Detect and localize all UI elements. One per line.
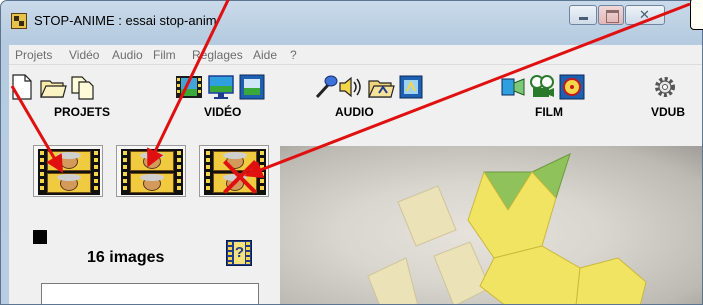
folder-sound-icon[interactable] [367,73,395,101]
group-label-audio: AUDIO [335,105,374,119]
close-button[interactable] [625,5,665,25]
group-label-film: FILM [535,105,563,119]
menu-projets[interactable]: Projets [15,48,52,62]
window-title: STOP-ANIME : essai stop-anim [34,13,217,28]
maximize-button[interactable] [598,5,624,25]
color-indicator [33,230,47,244]
callout-bubble [690,0,703,30]
film-button-1[interactable] [33,145,103,197]
film-reel-icon[interactable] [528,73,556,101]
title-bar[interactable]: STOP-ANIME : essai stop-anim [1,1,702,41]
group-label-video: VIDÉO [204,105,242,119]
menu-aide[interactable]: Aide [253,48,277,62]
gear-icon[interactable] [651,73,679,101]
menu-about[interactable]: ? [290,48,297,62]
film-button-2[interactable] [116,145,186,197]
film-strip-delete-icon [204,149,266,195]
copy-documents-icon[interactable] [69,73,97,101]
group-label-vdub: VDUB [651,105,686,119]
open-folder-icon[interactable] [39,73,67,101]
red-cross-icon [218,161,262,193]
new-document-icon[interactable] [7,73,35,101]
images-count: 16 images [87,249,165,266]
film-reel-settings-icon[interactable] [558,73,586,101]
film-projector-icon[interactable] [499,73,527,101]
film-strip-icon [38,149,100,195]
help-button[interactable]: ? [226,240,252,266]
client-area: Projets Vidéo Audio Film Réglages Aide ?… [7,45,702,304]
application-window: STOP-ANIME : essai stop-anim Projets Vid… [0,0,703,305]
menu-video[interactable]: Vidéo [69,48,99,62]
camera-capture-icon[interactable] [238,73,266,101]
speaker-icon[interactable] [337,73,365,101]
film-strip-add-icon [121,149,183,195]
film-button-3[interactable] [199,145,269,197]
text-input[interactable] [41,283,259,304]
minimize-button[interactable] [569,5,597,25]
toolbar: PROJETS VIDÉO AUDIO FILM VDUB [7,67,702,123]
menu-reglages[interactable]: Réglages [192,48,243,62]
monitor-icon[interactable] [207,73,235,101]
microphone-icon[interactable] [311,73,339,101]
left-panel: 16 images ? [9,125,269,304]
preview-image [367,153,647,304]
help-question-icon: ? [234,242,245,264]
menu-film[interactable]: Film [153,48,176,62]
sound-film-icon[interactable] [397,73,425,101]
camera-preview [280,146,702,304]
app-icon[interactable] [11,13,27,29]
group-label-projets: PROJETS [54,105,111,119]
menu-bar: Projets Vidéo Audio Film Réglages Aide ? [9,45,702,65]
film-strip-icon[interactable] [175,73,203,101]
menu-audio[interactable]: Audio [112,48,143,62]
